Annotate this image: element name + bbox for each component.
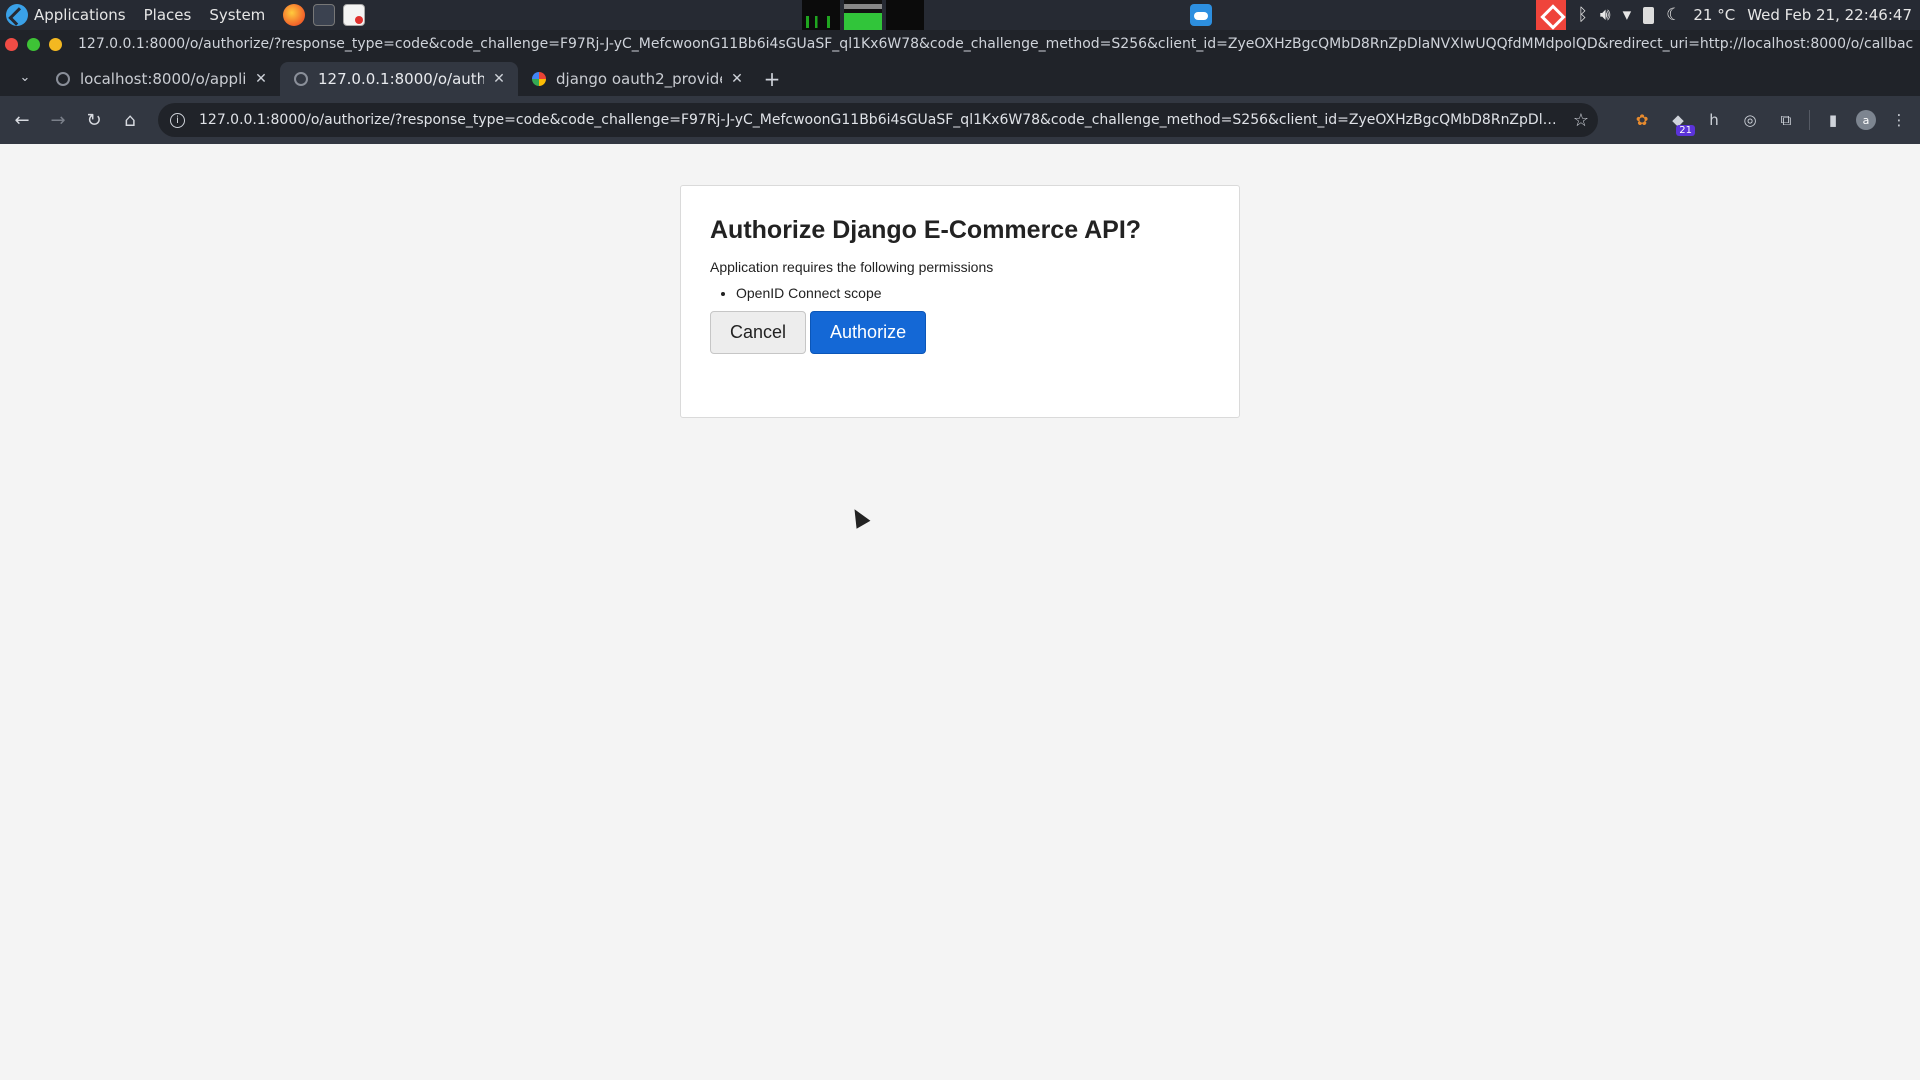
anydesk-icon[interactable] — [1535, 0, 1566, 30]
close-icon[interactable]: ✕ — [252, 71, 270, 87]
night-moon-icon: ☾ — [1666, 5, 1682, 25]
tab-label: localhost:8000/o/applic — [80, 70, 246, 88]
extension-badge: 21 — [1676, 125, 1695, 136]
window-controls — [5, 37, 62, 51]
cookie-extension-icon[interactable]: ✿ — [1629, 107, 1655, 133]
volume-icon[interactable]: 🔊︎ — [1600, 5, 1611, 25]
memory-monitor-graph — [844, 0, 882, 30]
target-extension-icon[interactable]: ◎ — [1737, 107, 1763, 133]
authorization-card: Authorize Django E-Commerce API? Applica… — [680, 185, 1240, 418]
system-menu-label: System — [209, 6, 266, 24]
system-menu[interactable]: System — [209, 6, 265, 24]
scope-list: OpenID Connect scope — [736, 285, 1210, 301]
address-bar[interactable]: i 127.0.0.1:8000/o/authorize/?response_t… — [158, 103, 1598, 137]
tab-search-button[interactable]: ⌄ — [8, 58, 42, 96]
system-tray: ᛒ 🔊︎ ▾ ☾ 21 °C Wed Feb 21, 22:46:47 — [1535, 0, 1912, 30]
firefox-launcher-icon[interactable] — [283, 4, 306, 26]
h-extension-icon[interactable]: h — [1701, 107, 1727, 133]
new-tab-button[interactable]: + — [756, 62, 788, 96]
chevron-down-icon: ⌄ — [19, 69, 31, 85]
permissions-description: Application requires the following permi… — [710, 259, 994, 275]
authorization-actions: Cancel Authorize — [710, 311, 1210, 354]
globe-icon — [294, 72, 308, 86]
profile-avatar[interactable]: a — [1856, 110, 1876, 130]
close-icon[interactable]: ✕ — [490, 71, 508, 87]
google-icon — [532, 72, 546, 86]
page-content: Authorize Django E-Commerce API? Applica… — [0, 144, 1920, 1080]
battery-icon[interactable] — [1643, 6, 1655, 24]
browser-toolbar: ← → ↻ ⌂ i 127.0.0.1:8000/o/authorize/?re… — [0, 96, 1920, 144]
authorization-title: Authorize Django E-Commerce API? — [710, 216, 1142, 244]
tab-label: 127.0.0.1:8000/o/authori — [318, 70, 484, 88]
clock-label[interactable]: Wed Feb 21, 22:46:47 — [1747, 6, 1912, 24]
tab-authorize[interactable]: 127.0.0.1:8000/o/authori ✕ — [280, 62, 518, 96]
reload-button[interactable]: ↻ — [76, 102, 112, 138]
system-monitor — [802, 0, 924, 30]
mouse-cursor-icon — [847, 505, 871, 529]
notes-launcher-icon[interactable] — [343, 4, 366, 26]
bluetooth-icon[interactable]: ᛒ — [1578, 5, 1588, 25]
window-title: 127.0.0.1:8000/o/authorize/?response_typ… — [78, 36, 1914, 52]
tab-strip: ⌄ localhost:8000/o/applic ✕ 127.0.0.1:80… — [0, 58, 1920, 96]
terminal-launcher-icon[interactable] — [313, 4, 336, 26]
extensions-puzzle-icon[interactable]: ⧉ — [1773, 107, 1799, 133]
close-window-button[interactable] — [5, 37, 18, 51]
desktop-panel: Applications Places System ᛒ 🔊︎ ▾ ☾ 21 °… — [0, 0, 1920, 30]
maximize-window-button[interactable] — [27, 37, 40, 51]
forward-button[interactable]: → — [40, 102, 76, 138]
applications-menu[interactable]: Applications — [0, 4, 126, 26]
weather-label[interactable]: 21 °C — [1693, 6, 1735, 24]
tab-label: django oauth2_provider — [556, 70, 722, 88]
extension-with-badge-icon[interactable]: ◆ 21 — [1665, 107, 1695, 136]
toolbar-divider — [1809, 110, 1810, 130]
extensions-area: ✿ ◆ 21 h ◎ ⧉ ▮ a ⋮ — [1629, 102, 1912, 138]
address-bar-url[interactable]: 127.0.0.1:8000/o/authorize/?response_typ… — [199, 112, 1564, 128]
authorize-button[interactable]: Authorize — [810, 311, 927, 354]
window-titlebar: 127.0.0.1:8000/o/authorize/?response_typ… — [0, 30, 1920, 58]
network-monitor-graph — [886, 0, 924, 30]
kebab-menu-icon[interactable]: ⋮ — [1886, 107, 1912, 133]
distro-logo-icon — [6, 4, 28, 26]
minimize-window-button[interactable] — [49, 37, 62, 51]
close-icon[interactable]: ✕ — [728, 71, 746, 87]
cloud-sync-icon[interactable] — [1190, 4, 1212, 26]
back-button[interactable]: ← — [4, 102, 40, 138]
globe-icon — [56, 72, 70, 86]
site-info-icon[interactable]: i — [170, 112, 185, 128]
tab-localhost-applications[interactable]: localhost:8000/o/applic ✕ — [42, 62, 280, 96]
home-button[interactable]: ⌂ — [112, 102, 148, 138]
scope-item: OpenID Connect scope — [736, 285, 1210, 301]
side-panel-icon[interactable]: ▮ — [1820, 107, 1846, 133]
applications-menu-label: Applications — [34, 6, 126, 24]
tab-google-search[interactable]: django oauth2_provider ✕ — [518, 62, 756, 96]
cpu-monitor-graph — [802, 0, 840, 30]
cancel-button[interactable]: Cancel — [710, 311, 807, 354]
places-menu-label: Places — [143, 6, 192, 24]
bookmark-star-icon[interactable]: ☆ — [1564, 110, 1598, 131]
wifi-icon[interactable]: ▾ — [1623, 5, 1632, 25]
places-menu[interactable]: Places — [144, 6, 192, 24]
